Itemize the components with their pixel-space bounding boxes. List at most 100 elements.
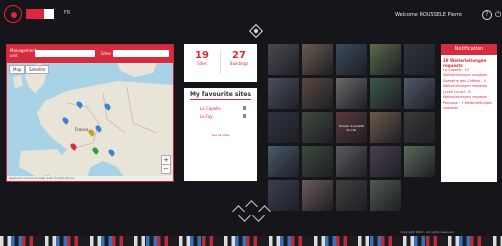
map-land-shapes (13, 63, 173, 181)
strip-segment (313, 236, 325, 246)
map-attribution: Keyboard shortcuts Map data ©2024 Terms (7, 176, 173, 181)
notification-item[interactable]: Domaine des Chênes : 4 Weiterleitungen r… (443, 79, 495, 88)
strip-segment (168, 236, 179, 246)
map-panel: Management unit Sites Map Satellite Fran… (6, 44, 174, 182)
site-tile[interactable] (302, 78, 333, 109)
strip-segment (190, 236, 202, 246)
sites-label: Sites (101, 51, 111, 56)
stats-card: 19 Sites 27 Buildings (184, 44, 257, 82)
notification-item[interactable]: Pontoise : 7 Weiterleitungen requests (443, 101, 495, 110)
strip-segment (336, 236, 347, 246)
site-tile[interactable] (302, 44, 333, 75)
site-tile[interactable] (268, 78, 299, 109)
map-tab-satellite[interactable]: Satellite (25, 65, 50, 74)
strip-segment (403, 236, 415, 246)
decorative-pattern-strip (0, 236, 502, 246)
map-country-label: France (75, 127, 89, 132)
stat-sites[interactable]: 19 Sites (184, 50, 220, 66)
strip-segment (280, 236, 291, 246)
site-tile[interactable] (302, 146, 333, 177)
site-tile[interactable] (404, 112, 435, 143)
buildings-count: 27 (232, 50, 246, 61)
site-tile-label: Suivez la qualité de l'air (339, 124, 364, 132)
notifications-summary[interactable]: 29 Weiterleitungen requests (443, 58, 495, 68)
strip-segment (100, 236, 112, 246)
strip-segment (481, 236, 493, 246)
favourite-sites-card: My favourite sites La Capelle Le Fay see… (184, 88, 257, 181)
strip-segment (414, 236, 426, 246)
map-filter-bar: Management unit Sites (7, 45, 173, 63)
sites-select[interactable] (113, 50, 169, 57)
notifications-title: Notification (441, 44, 497, 55)
zoom-out-button[interactable]: − (161, 164, 171, 174)
sites-count-label: Sites (197, 61, 207, 66)
welcome-user-text: Welcome ROUSSELE Pierre (395, 12, 462, 18)
strip-segment (392, 236, 403, 246)
site-tile[interactable] (268, 146, 299, 177)
stat-buildings[interactable]: 27 Buildings (221, 50, 257, 66)
strip-segment (492, 236, 502, 246)
site-tile[interactable] (370, 78, 401, 109)
site-tile[interactable] (268, 44, 299, 75)
help-icon[interactable]: ? (482, 10, 492, 20)
strip-segment (235, 236, 247, 246)
logo-mark (26, 9, 44, 19)
map-tab-map[interactable]: Map (9, 65, 26, 74)
sites-count: 19 (195, 50, 209, 61)
strip-segment (380, 236, 392, 246)
strip-segment (224, 236, 235, 246)
logo-circle-icon (4, 5, 22, 23)
favourites-divider (190, 99, 251, 100)
strip-segment (459, 236, 471, 246)
strip-segment (358, 236, 370, 246)
strip-segment (246, 236, 258, 246)
scroll-nav[interactable] (230, 200, 274, 223)
strip-segment (11, 236, 23, 246)
strip-segment (268, 236, 280, 246)
site-tile[interactable] (302, 112, 333, 143)
site-tile[interactable] (404, 44, 435, 75)
strip-segment (448, 236, 459, 246)
site-tile[interactable] (302, 180, 333, 211)
strip-segment (347, 236, 359, 246)
strip-segment (145, 236, 157, 246)
site-tile[interactable] (336, 146, 367, 177)
favourite-site-link[interactable]: La Capelle (200, 106, 221, 111)
site-tile[interactable] (404, 146, 435, 177)
site-tile[interactable] (404, 78, 435, 109)
see-all-sites-link[interactable]: see all sites (184, 133, 257, 137)
strip-segment (257, 236, 269, 246)
power-icon[interactable]: ⏻ (495, 10, 502, 20)
strip-segment (134, 236, 146, 246)
strip-segment (78, 236, 90, 246)
management-unit-label: Management unit (10, 48, 37, 58)
language-selector[interactable]: FR (64, 10, 70, 16)
strip-segment (156, 236, 168, 246)
strip-segment (302, 236, 314, 246)
buildings-count-label: Buildings (229, 61, 249, 66)
site-tile[interactable] (370, 146, 401, 177)
app-logo[interactable] (4, 5, 56, 25)
notification-item[interactable]: La Capelle : 10 Weiterleitungen requests (443, 68, 495, 77)
site-tile[interactable] (336, 44, 367, 75)
trash-icon[interactable] (243, 106, 246, 110)
top-bar: FR Welcome ROUSSELE Pierre ? ⏻ (0, 0, 502, 30)
favourite-site-link[interactable]: Le Fay (200, 114, 213, 119)
strip-segment (324, 236, 336, 246)
site-tile[interactable] (336, 78, 367, 109)
notifications-panel: Notification 29 Weiterleitungen requests… (441, 44, 497, 182)
site-tile[interactable] (370, 44, 401, 75)
site-tile[interactable] (370, 180, 401, 211)
strip-segment (22, 236, 34, 246)
site-tile[interactable] (370, 112, 401, 143)
strip-segment (369, 236, 381, 246)
trash-icon[interactable] (243, 114, 246, 118)
strip-segment (201, 236, 213, 246)
site-tile[interactable] (336, 180, 367, 211)
site-tile[interactable] (268, 112, 299, 143)
sites-map[interactable]: Map Satellite France + − Keyboard shortc… (7, 63, 173, 181)
site-tile[interactable]: Suivez la qualité de l'air (336, 112, 367, 143)
strip-segment (44, 236, 56, 246)
notification-item[interactable]: Lycée Lurçat : 8 Weiterleitungen request… (443, 90, 495, 99)
management-unit-select[interactable] (35, 50, 95, 57)
